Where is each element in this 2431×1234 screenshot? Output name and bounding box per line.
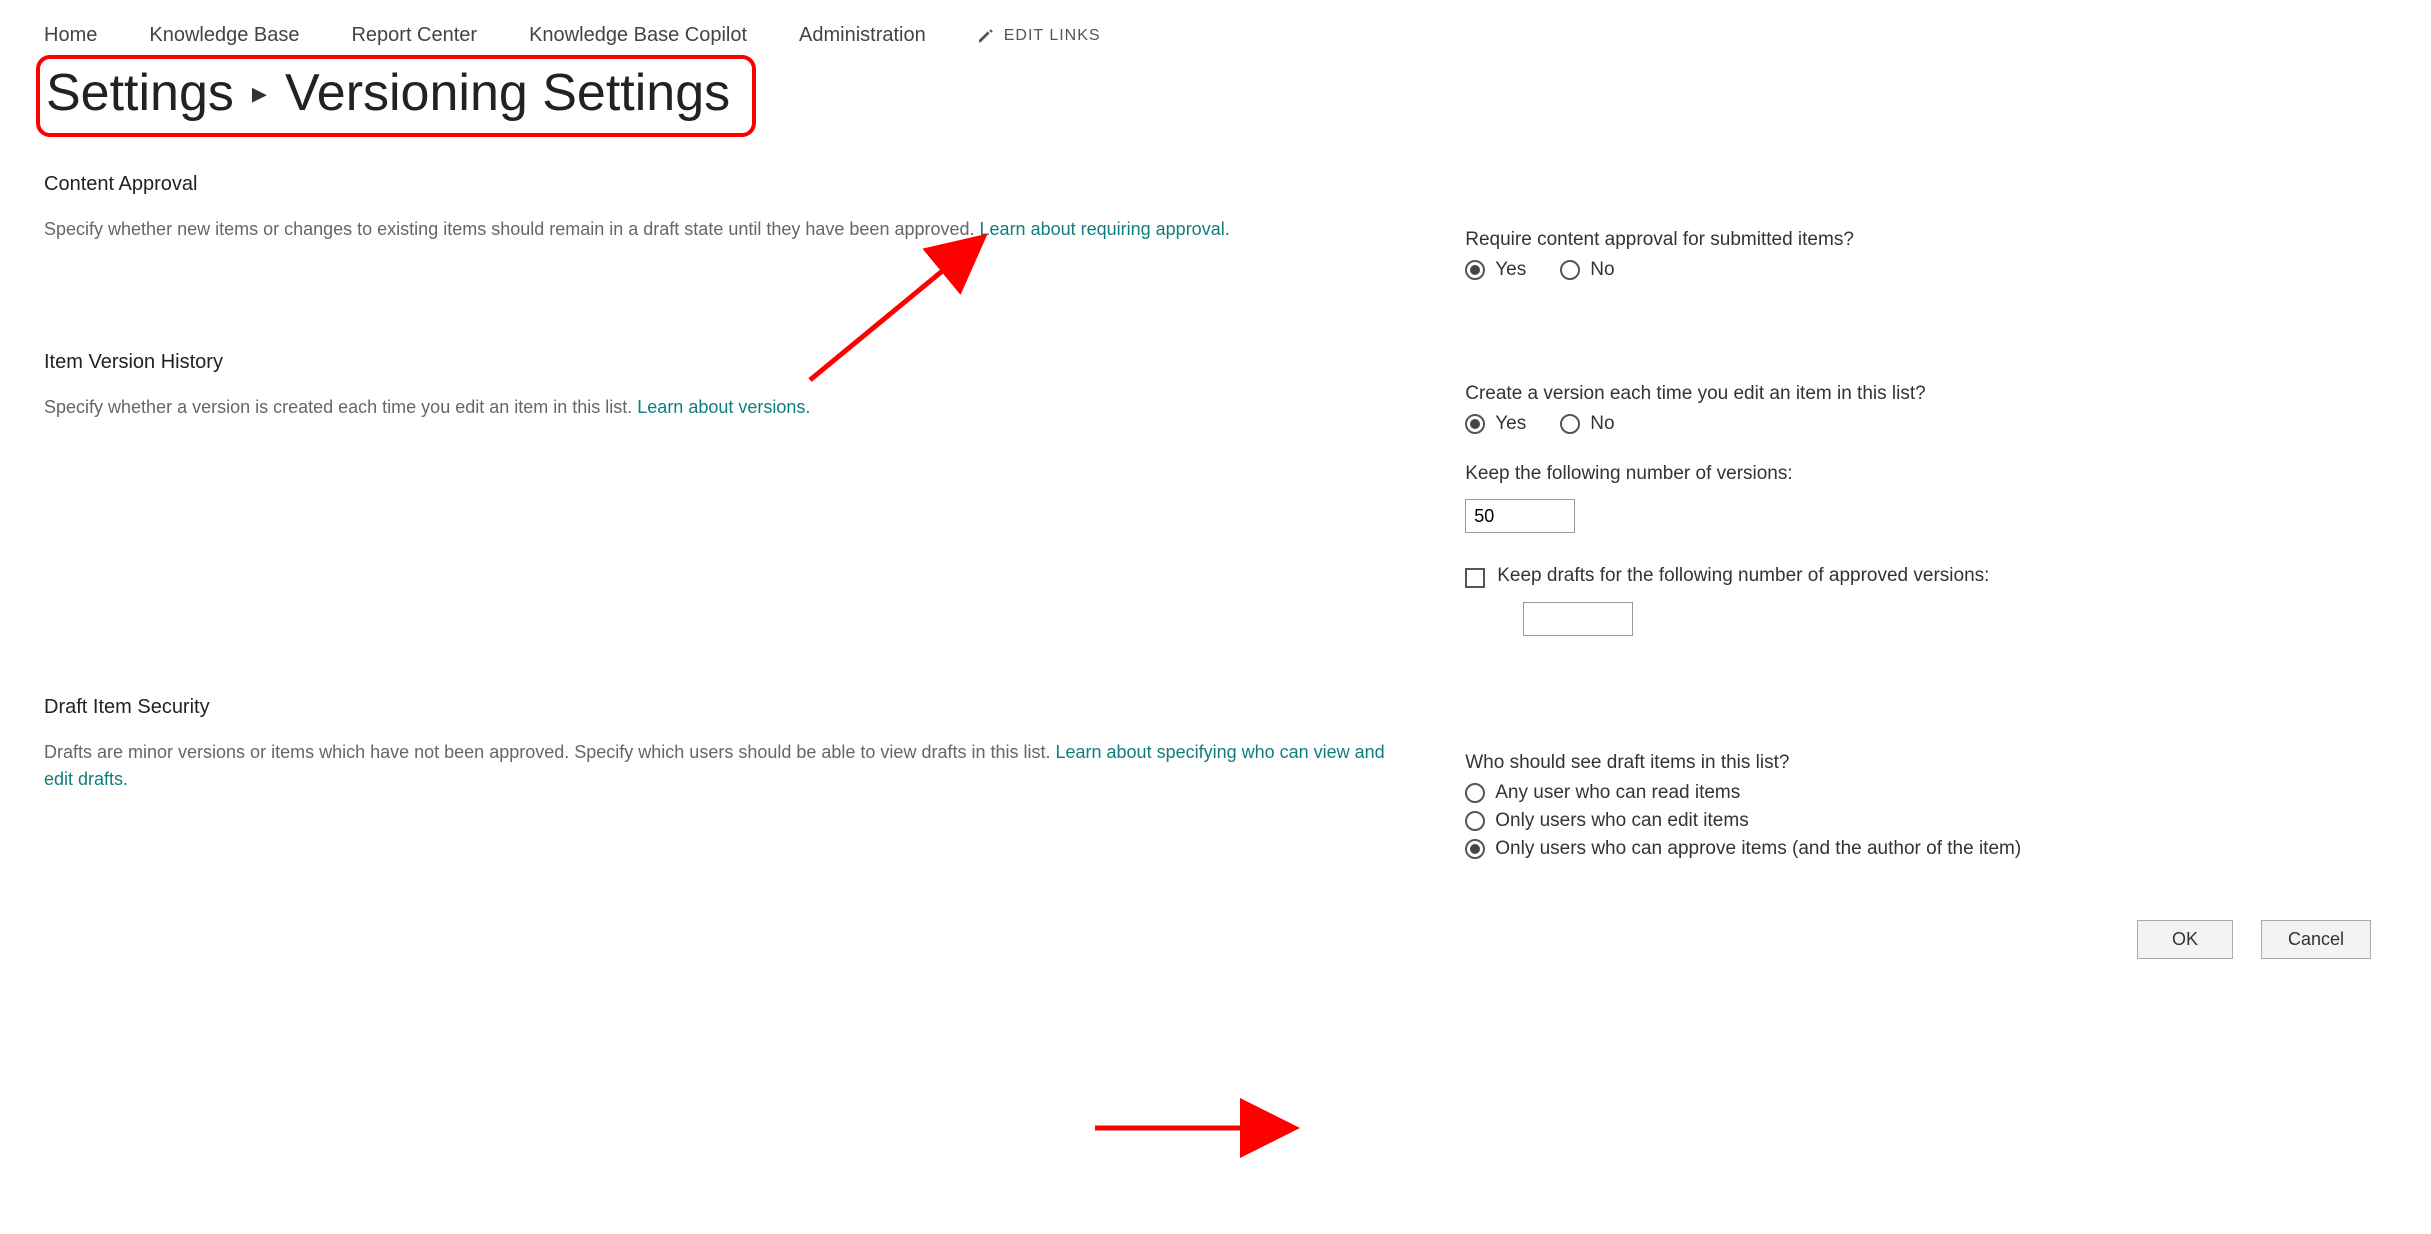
version-create-question: Create a version each time you edit an i… [1465, 383, 2391, 405]
radio-content-approval-no[interactable]: No [1560, 259, 1614, 281]
content-approval-title: Content Approval [44, 173, 1405, 196]
breadcrumb: Settings ▸ Versioning Settings [46, 63, 730, 123]
radio-yes-label: Yes [1495, 259, 1526, 281]
radio-opt2-label: Only users who can edit items [1495, 810, 1748, 832]
pencil-icon [978, 28, 994, 44]
keep-drafts-label: Keep drafts for the following number of … [1497, 565, 1989, 587]
button-row: OK Cancel [44, 920, 2391, 959]
ok-button[interactable]: OK [2137, 920, 2233, 959]
breadcrumb-highlight: Settings ▸ Versioning Settings [36, 55, 756, 137]
radio-opt3-label: Only users who can approve items (and th… [1495, 838, 2021, 860]
radio-yes-label: Yes [1495, 413, 1526, 435]
draft-security-desc-text: Drafts are minor versions or items which… [44, 742, 1055, 762]
draft-security-title: Draft Item Security [44, 696, 1405, 719]
nav-knowledge-base[interactable]: Knowledge Base [149, 24, 299, 47]
radio-icon [1465, 783, 1485, 803]
nav-report-center[interactable]: Report Center [351, 24, 477, 47]
chevron-right-icon: ▸ [252, 76, 267, 111]
content-approval-desc: Specify whether new items or changes to … [44, 216, 1405, 243]
cancel-button[interactable]: Cancel [2261, 920, 2371, 959]
keep-drafts-checkbox[interactable] [1465, 568, 1485, 588]
radio-no-label: No [1590, 259, 1614, 281]
radio-version-no[interactable]: No [1560, 413, 1614, 435]
content-approval-question: Require content approval for submitted i… [1465, 229, 2391, 251]
edit-links[interactable]: EDIT LINKS [978, 27, 1101, 45]
draft-security-desc: Drafts are minor versions or items which… [44, 739, 1405, 793]
section-content-approval: Content Approval Specify whether new ite… [44, 173, 2391, 291]
radio-icon [1465, 260, 1485, 280]
radio-icon [1560, 414, 1580, 434]
keep-versions-label: Keep the following number of versions: [1465, 463, 2391, 485]
breadcrumb-parent[interactable]: Settings [46, 63, 234, 123]
link-requiring-approval[interactable]: Learn about requiring approval. [980, 219, 1230, 239]
top-nav: Home Knowledge Base Report Center Knowle… [44, 24, 2391, 47]
radio-draft-edit-users[interactable]: Only users who can edit items [1465, 810, 2391, 832]
nav-administration[interactable]: Administration [799, 24, 926, 47]
section-version-history: Item Version History Specify whether a v… [44, 351, 2391, 636]
keep-drafts-input[interactable] [1523, 602, 1633, 636]
radio-icon [1465, 811, 1485, 831]
version-history-desc-text: Specify whether a version is created eac… [44, 397, 637, 417]
radio-icon [1560, 260, 1580, 280]
annotation-arrow-2 [1090, 1108, 1300, 1148]
version-history-desc: Specify whether a version is created eac… [44, 394, 1405, 421]
nav-kb-copilot[interactable]: Knowledge Base Copilot [529, 24, 747, 47]
draft-visibility-question: Who should see draft items in this list? [1465, 752, 2391, 774]
radio-no-label: No [1590, 413, 1614, 435]
radio-icon [1465, 839, 1485, 859]
link-versions[interactable]: Learn about versions. [637, 397, 810, 417]
radio-draft-approve-users[interactable]: Only users who can approve items (and th… [1465, 838, 2391, 860]
section-draft-security: Draft Item Security Drafts are minor ver… [44, 696, 2391, 860]
breadcrumb-current: Versioning Settings [285, 63, 730, 123]
radio-content-approval-yes[interactable]: Yes [1465, 259, 1526, 281]
keep-versions-input[interactable] [1465, 499, 1575, 533]
radio-opt1-label: Any user who can read items [1495, 782, 1740, 804]
version-history-title: Item Version History [44, 351, 1405, 374]
radio-draft-any-user[interactable]: Any user who can read items [1465, 782, 2391, 804]
radio-version-yes[interactable]: Yes [1465, 413, 1526, 435]
radio-icon [1465, 414, 1485, 434]
nav-home[interactable]: Home [44, 24, 97, 47]
content-approval-desc-text: Specify whether new items or changes to … [44, 219, 980, 239]
edit-links-label: EDIT LINKS [1004, 27, 1101, 45]
